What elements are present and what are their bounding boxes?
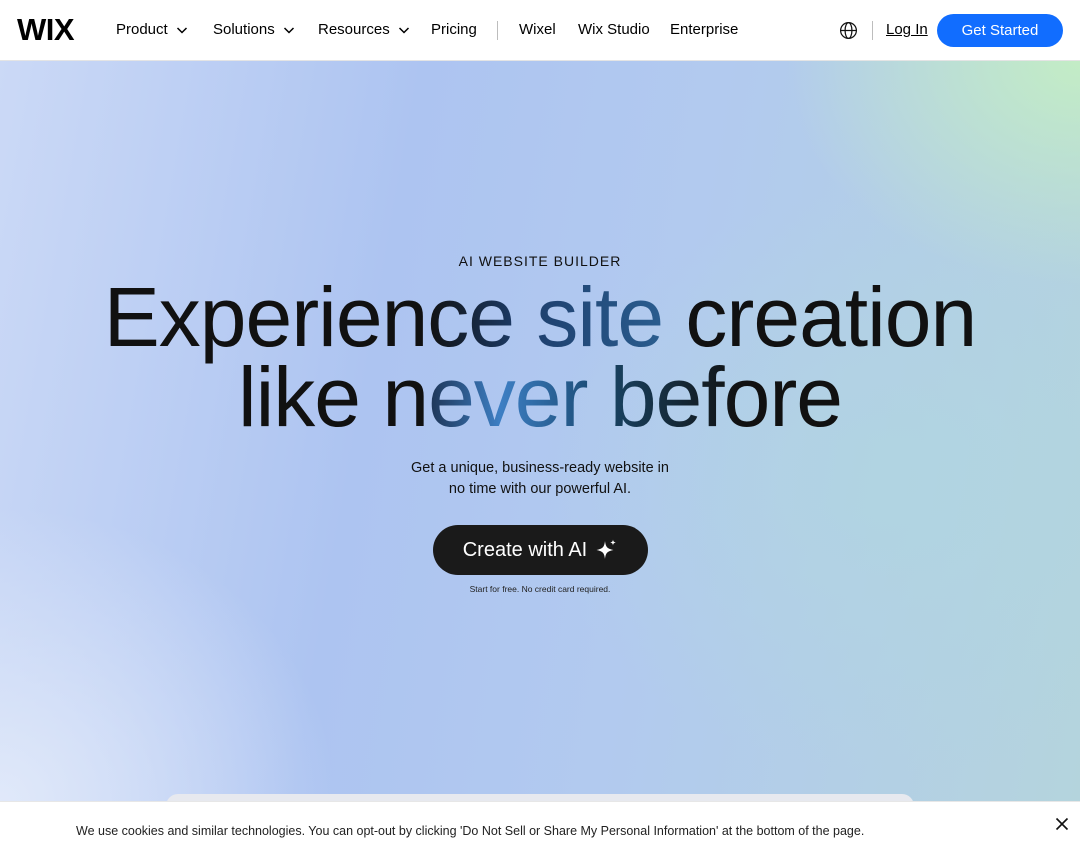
close-icon[interactable] bbox=[1055, 817, 1069, 831]
hero-subtitle: Get a unique, business-ready website in … bbox=[390, 458, 690, 500]
get-started-button[interactable]: Get Started bbox=[937, 14, 1063, 47]
nav-resources[interactable]: Resources bbox=[318, 21, 410, 39]
headline-line-1: Experience site creation bbox=[0, 275, 1080, 359]
nav-wixel[interactable]: Wixel bbox=[519, 21, 556, 39]
hero-section: AI WEBSITE BUILDER Experience site creat… bbox=[0, 61, 1080, 814]
hero-fine-print: Start for free. No credit card required. bbox=[469, 584, 611, 594]
nav-solutions[interactable]: Solutions bbox=[213, 21, 295, 39]
chevron-down-icon bbox=[176, 27, 187, 34]
cookie-banner: We use cookies and similar technologies.… bbox=[0, 801, 1080, 864]
chevron-down-icon bbox=[283, 27, 294, 34]
cookie-message: We use cookies and similar technologies.… bbox=[76, 824, 865, 838]
login-link[interactable]: Log In bbox=[886, 21, 928, 39]
top-navigation-bar: WIX Product Solutions Resources Pricing … bbox=[0, 0, 1080, 61]
globe-icon[interactable] bbox=[839, 21, 858, 40]
hero-eyebrow: AI WEBSITE BUILDER bbox=[458, 253, 622, 269]
nav-divider bbox=[497, 21, 498, 40]
nav-enterprise[interactable]: Enterprise bbox=[670, 21, 738, 39]
headline-gradient-text: before bbox=[587, 350, 843, 444]
nav-solutions-label: Solutions bbox=[213, 21, 275, 38]
headline-line-2: like never before bbox=[0, 355, 1080, 439]
subtitle-line-2: no time with our powerful AI. bbox=[448, 481, 632, 497]
headline-text: like n bbox=[237, 350, 429, 444]
chevron-down-icon bbox=[398, 27, 409, 34]
nav-product[interactable]: Product bbox=[116, 21, 188, 39]
wix-logo[interactable]: WIX bbox=[17, 14, 75, 45]
nav-product-label: Product bbox=[116, 21, 168, 38]
nav-wix-studio[interactable]: Wix Studio bbox=[578, 21, 650, 39]
subtitle-line-1: Get a unique, business-ready website in bbox=[411, 460, 669, 476]
nav-divider bbox=[872, 21, 873, 40]
sparkle-icon bbox=[596, 539, 617, 559]
create-with-ai-label: Create with AI bbox=[462, 539, 588, 561]
nav-resources-label: Resources bbox=[318, 21, 390, 38]
headline-gradient-text: ever bbox=[428, 350, 588, 444]
nav-pricing[interactable]: Pricing bbox=[431, 21, 477, 39]
create-with-ai-button[interactable]: Create with AI bbox=[433, 525, 648, 575]
hero-headline: Experience site creation like never befo… bbox=[0, 275, 1080, 439]
